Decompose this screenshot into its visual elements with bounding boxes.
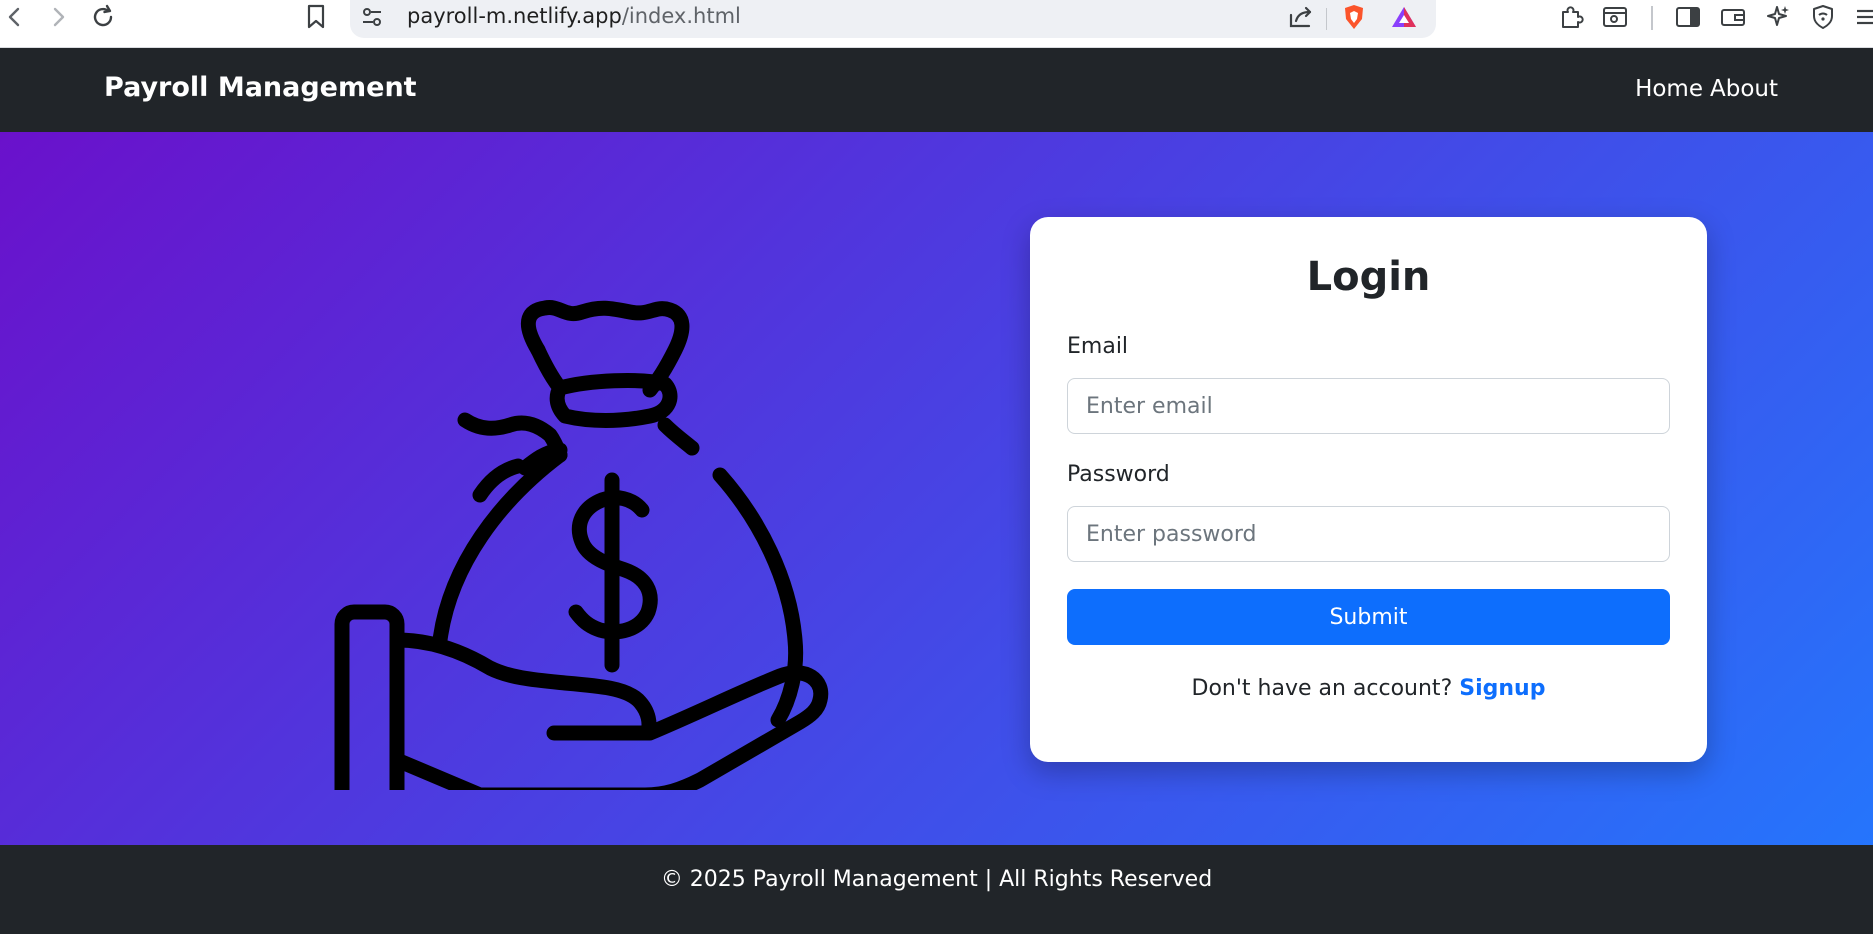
submit-button[interactable]: Submit (1067, 589, 1670, 645)
wallet-icon[interactable] (1718, 2, 1748, 32)
signup-link[interactable]: Signup (1459, 676, 1545, 701)
sidebar-icon[interactable] (1673, 2, 1703, 32)
reload-icon[interactable] (88, 2, 118, 32)
divider (1326, 8, 1327, 30)
extensions-icon[interactable] (1556, 2, 1586, 32)
leo-ai-icon[interactable] (1763, 2, 1793, 32)
nav-link-about[interactable]: About (1710, 76, 1778, 102)
back-icon[interactable] (0, 2, 30, 32)
screenshot-icon[interactable] (1600, 2, 1630, 32)
email-field[interactable] (1067, 378, 1670, 434)
divider (1651, 6, 1653, 30)
email-label: Email (1067, 334, 1129, 359)
login-card: Login Email Password Submit Don't have a… (1030, 217, 1707, 762)
page-footer: © 2025 Payroll Management | All Rights R… (0, 845, 1873, 934)
money-bag-in-hand-icon (320, 220, 850, 832)
browser-toolbar: payroll-m.netlify.app/index.html (0, 0, 1873, 48)
signup-row: Don't have an account? Signup (1030, 676, 1707, 701)
share-icon[interactable] (1284, 2, 1318, 32)
url-path: /index.html (621, 4, 741, 28)
url-host: payroll-m.netlify.app (407, 4, 622, 28)
hero-section: Login Email Password Submit Don't have a… (0, 132, 1873, 845)
brave-rewards-icon[interactable] (1387, 2, 1421, 32)
password-label: Password (1067, 462, 1170, 487)
url-text[interactable]: payroll-m.netlify.app/index.html (407, 4, 741, 28)
footer-copyright: © 2025 Payroll Management | All Rights R… (660, 867, 1213, 892)
password-field[interactable] (1067, 506, 1670, 562)
navbar-brand[interactable]: Payroll Management (104, 72, 417, 103)
nav-links: Home About (1635, 76, 1778, 102)
vpn-icon[interactable] (1808, 2, 1838, 32)
forward-icon[interactable] (43, 2, 73, 32)
address-bar[interactable]: payroll-m.netlify.app/index.html (350, 0, 1436, 38)
bookmark-icon[interactable] (301, 2, 331, 32)
brave-shield-icon[interactable] (1337, 2, 1371, 32)
menu-icon[interactable] (1850, 2, 1873, 32)
login-title: Login (1306, 254, 1431, 300)
signup-prompt: Don't have an account? (1191, 676, 1453, 701)
top-navbar: Payroll Management Home About (0, 48, 1873, 132)
site-settings-icon[interactable] (355, 2, 389, 32)
nav-link-home[interactable]: Home (1635, 76, 1703, 102)
